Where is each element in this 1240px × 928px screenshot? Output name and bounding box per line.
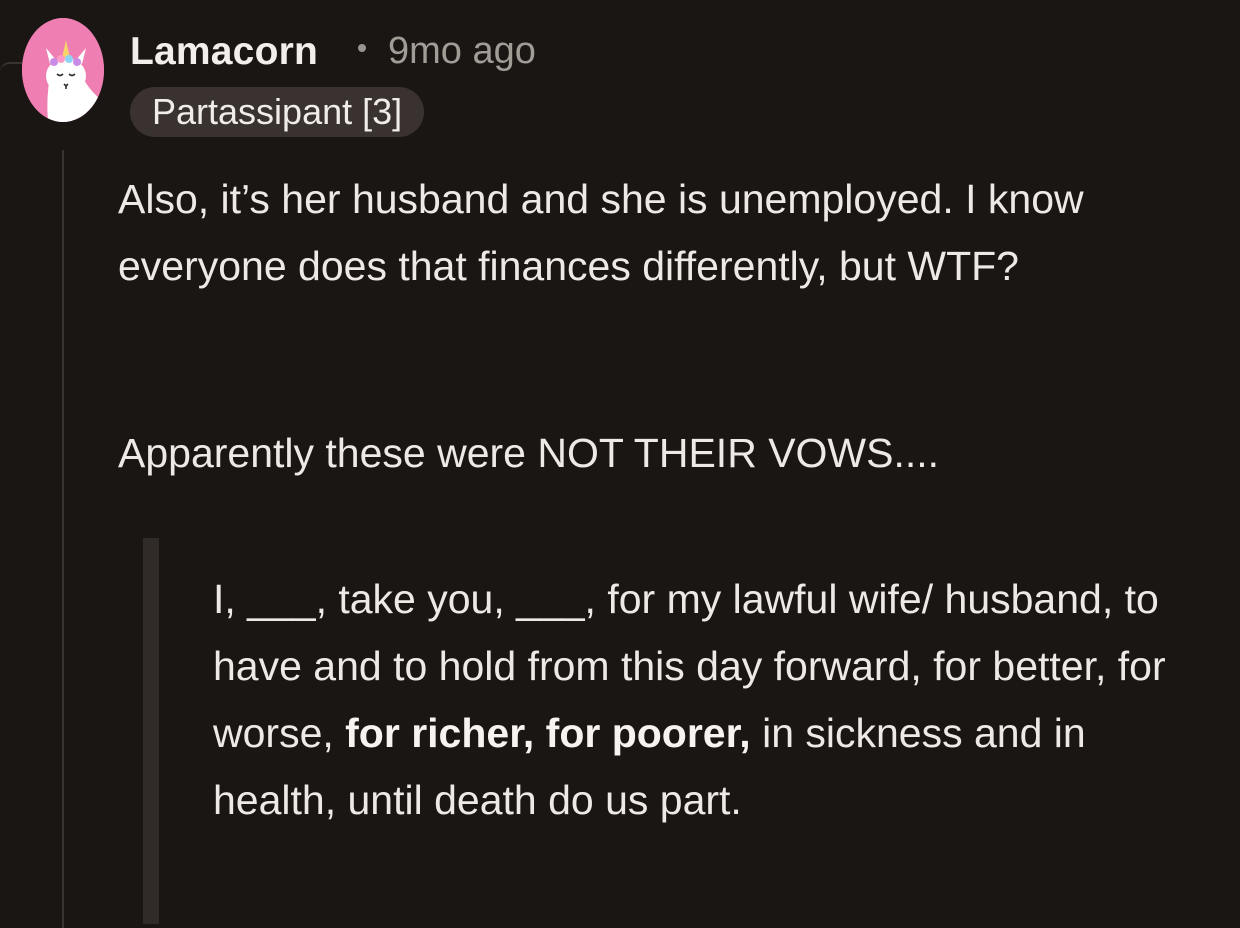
quote-bold-text: for richer, for poorer, [345,710,751,756]
blockquote-bar [143,538,159,924]
comment-author[interactable]: Lamacorn [130,30,318,74]
llama-unicorn-avatar-icon [22,18,104,122]
user-flair: Partassipant [3] [130,87,425,137]
comment-timestamp[interactable]: 9mo ago [388,30,536,73]
avatar[interactable] [22,18,104,122]
comment-paragraph: Also, it’s her husband and she is unempl… [118,176,1084,289]
separator-dot [358,44,366,52]
blockquote: I, ___, take you, ___, for my lawful wif… [213,566,1203,834]
comment-paragraph: Apparently these were NOT THEIR VOWS.... [118,430,940,476]
thread-collapse-line[interactable] [62,150,64,928]
